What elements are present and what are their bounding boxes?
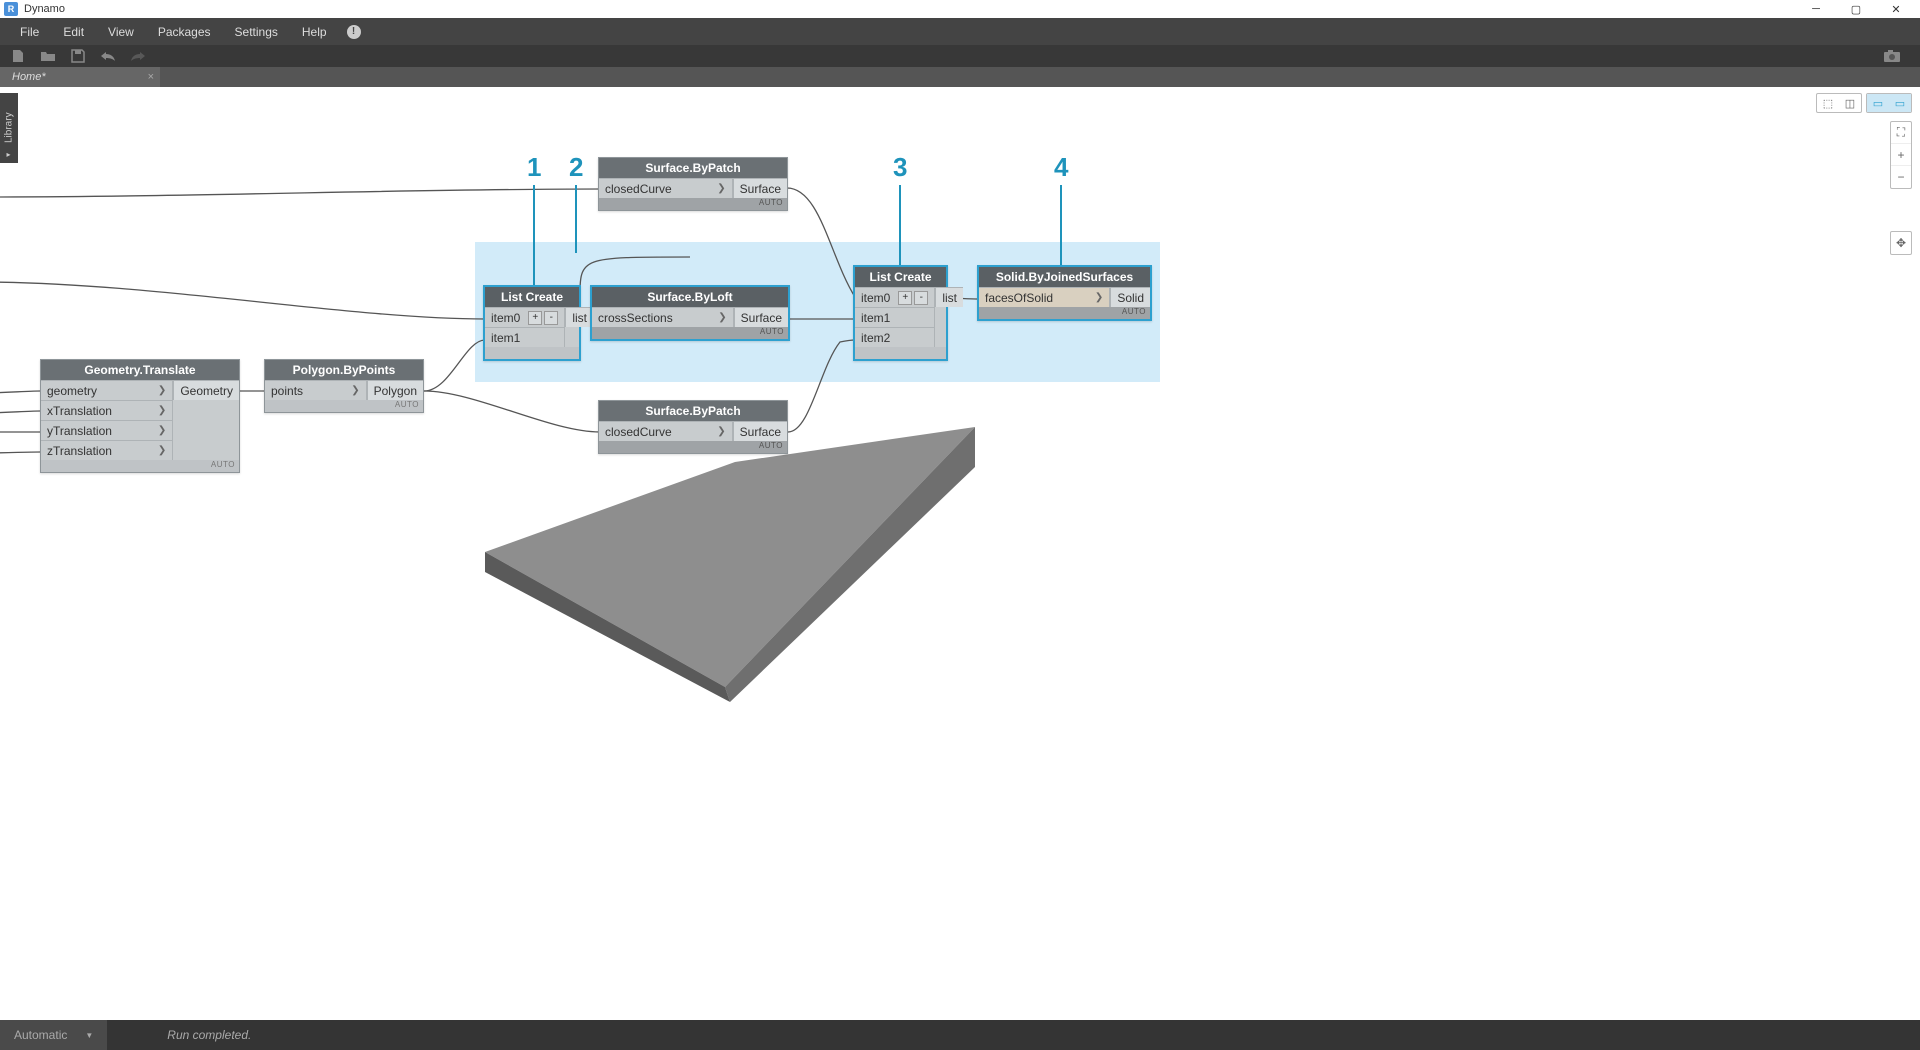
menu-packages[interactable]: Packages xyxy=(146,21,223,43)
toolbar xyxy=(0,45,1920,67)
port-in[interactable]: zTranslation❯ xyxy=(41,440,173,460)
menu-edit[interactable]: Edit xyxy=(51,21,96,43)
minimize-button[interactable]: ─ xyxy=(1796,0,1836,18)
undo-icon[interactable] xyxy=(98,48,118,64)
graph-canvas[interactable]: 1 2 3 4 Geometry.Translate geometry❯ xTr… xyxy=(0,87,1920,1020)
port-out[interactable]: Polygon xyxy=(367,380,423,400)
status-message: Run completed. xyxy=(167,1028,251,1042)
app-logo: R xyxy=(4,2,18,16)
status-bar: Automatic ▼ Run completed. xyxy=(0,1020,1920,1050)
workspace[interactable]: Library ▸ ⬚ ◫ ▭ ▭ ⛶ + − ✥ xyxy=(0,87,1920,1020)
chevron-right-icon: ❯ xyxy=(343,385,359,396)
port-in[interactable]: facesOfSolid❯ xyxy=(979,287,1110,307)
node-polygon-bypoints[interactable]: Polygon.ByPoints points❯ Polygon AUTO xyxy=(264,359,424,413)
chevron-right-icon: ❯ xyxy=(150,405,166,416)
chevron-right-icon: ❯ xyxy=(1087,292,1103,303)
port-in[interactable]: xTranslation❯ xyxy=(41,400,173,420)
node-title: Surface.ByPatch xyxy=(599,158,787,178)
close-tab-icon[interactable]: × xyxy=(148,71,154,83)
node-title: List Create xyxy=(855,267,946,287)
menu-settings[interactable]: Settings xyxy=(223,21,290,43)
add-item-button[interactable]: + xyxy=(898,291,912,305)
add-item-button[interactable]: + xyxy=(528,311,542,325)
run-mode-selector[interactable]: Automatic ▼ xyxy=(0,1020,107,1050)
port-out[interactable]: Geometry xyxy=(173,380,239,400)
close-button[interactable]: ✕ xyxy=(1876,0,1916,18)
tab-label: Home* xyxy=(12,71,46,83)
node-geometry-translate[interactable]: Geometry.Translate geometry❯ xTranslatio… xyxy=(40,359,240,473)
menu-file[interactable]: File xyxy=(8,21,51,43)
menu-help[interactable]: Help xyxy=(290,21,339,43)
lacing-label: AUTO xyxy=(41,460,239,472)
node-title: Surface.ByLoft xyxy=(592,287,788,307)
node-title: Polygon.ByPoints xyxy=(265,360,423,380)
chevron-right-icon: ❯ xyxy=(709,426,725,437)
port-in[interactable]: closedCurve❯ xyxy=(599,421,733,441)
node-surface-bypatch-bottom[interactable]: Surface.ByPatch closedCurve❯ Surface AUT… xyxy=(598,400,788,454)
chevron-right-icon: ❯ xyxy=(709,183,725,194)
callout-1: 1 xyxy=(527,152,541,295)
run-mode-label: Automatic xyxy=(14,1028,67,1042)
port-out[interactable]: Surface xyxy=(734,307,788,327)
chevron-right-icon: ❯ xyxy=(710,312,726,323)
port-out[interactable]: Surface xyxy=(733,421,787,441)
maximize-button[interactable]: ▢ xyxy=(1836,0,1876,18)
port-in[interactable]: geometry❯ xyxy=(41,380,173,400)
port-out[interactable]: list xyxy=(935,287,963,307)
lacing-label: AUTO xyxy=(599,198,787,210)
new-file-icon[interactable] xyxy=(8,48,28,64)
menu-bar: File Edit View Packages Settings Help ! xyxy=(0,18,1920,45)
window-titlebar: R Dynamo ─ ▢ ✕ xyxy=(0,0,1920,18)
menu-view[interactable]: View xyxy=(96,21,146,43)
node-footer xyxy=(485,347,579,359)
remove-item-button[interactable]: - xyxy=(544,311,558,325)
caret-down-icon: ▼ xyxy=(85,1031,93,1040)
node-footer xyxy=(855,347,946,359)
callout-2: 2 xyxy=(569,152,583,253)
port-in[interactable]: item2 xyxy=(855,327,935,347)
save-icon[interactable] xyxy=(68,48,88,64)
port-in[interactable]: closedCurve❯ xyxy=(599,178,733,198)
node-title: Geometry.Translate xyxy=(41,360,239,380)
port-in[interactable]: crossSections❯ xyxy=(592,307,734,327)
chevron-right-icon: ❯ xyxy=(150,385,166,396)
chevron-right-icon: ❯ xyxy=(150,445,166,456)
tab-home[interactable]: Home* × xyxy=(0,67,160,87)
lacing-label: AUTO xyxy=(265,400,423,412)
port-out[interactable]: Solid xyxy=(1110,287,1150,307)
port-in[interactable]: item1 xyxy=(855,307,935,327)
port-out[interactable]: Surface xyxy=(733,178,787,198)
lacing-label: AUTO xyxy=(599,441,787,453)
chevron-right-icon: ❯ xyxy=(150,425,166,436)
node-surface-bypatch-top[interactable]: Surface.ByPatch closedCurve❯ Surface AUT… xyxy=(598,157,788,211)
node-surface-byloft[interactable]: Surface.ByLoft crossSections❯ Surface AU… xyxy=(590,285,790,341)
port-in[interactable]: yTranslation❯ xyxy=(41,420,173,440)
node-title: Solid.ByJoinedSurfaces xyxy=(979,267,1150,287)
lacing-label: AUTO xyxy=(979,307,1150,319)
port-in[interactable]: item0 + - xyxy=(855,287,935,307)
node-title: Surface.ByPatch xyxy=(599,401,787,421)
document-tabs: Home* × xyxy=(0,67,1920,87)
node-solid-byjoinedsurfaces[interactable]: Solid.ByJoinedSurfaces facesOfSolid❯ Sol… xyxy=(977,265,1152,321)
node-list-create-1[interactable]: List Create item0 + - item1 list xyxy=(483,285,581,361)
notification-icon[interactable]: ! xyxy=(347,25,361,39)
port-in[interactable]: item1 xyxy=(485,327,565,347)
node-title: List Create xyxy=(485,287,579,307)
redo-icon[interactable] xyxy=(128,48,148,64)
lacing-label: AUTO xyxy=(592,327,788,339)
camera-icon[interactable] xyxy=(1882,48,1902,64)
port-out[interactable]: list xyxy=(565,307,593,327)
node-list-create-2[interactable]: List Create item0 + - item1 item2 list xyxy=(853,265,948,361)
port-in[interactable]: item0 + - xyxy=(485,307,565,327)
open-file-icon[interactable] xyxy=(38,48,58,64)
remove-item-button[interactable]: - xyxy=(914,291,928,305)
port-in[interactable]: points❯ xyxy=(265,380,367,400)
window-title: Dynamo xyxy=(24,3,1796,15)
